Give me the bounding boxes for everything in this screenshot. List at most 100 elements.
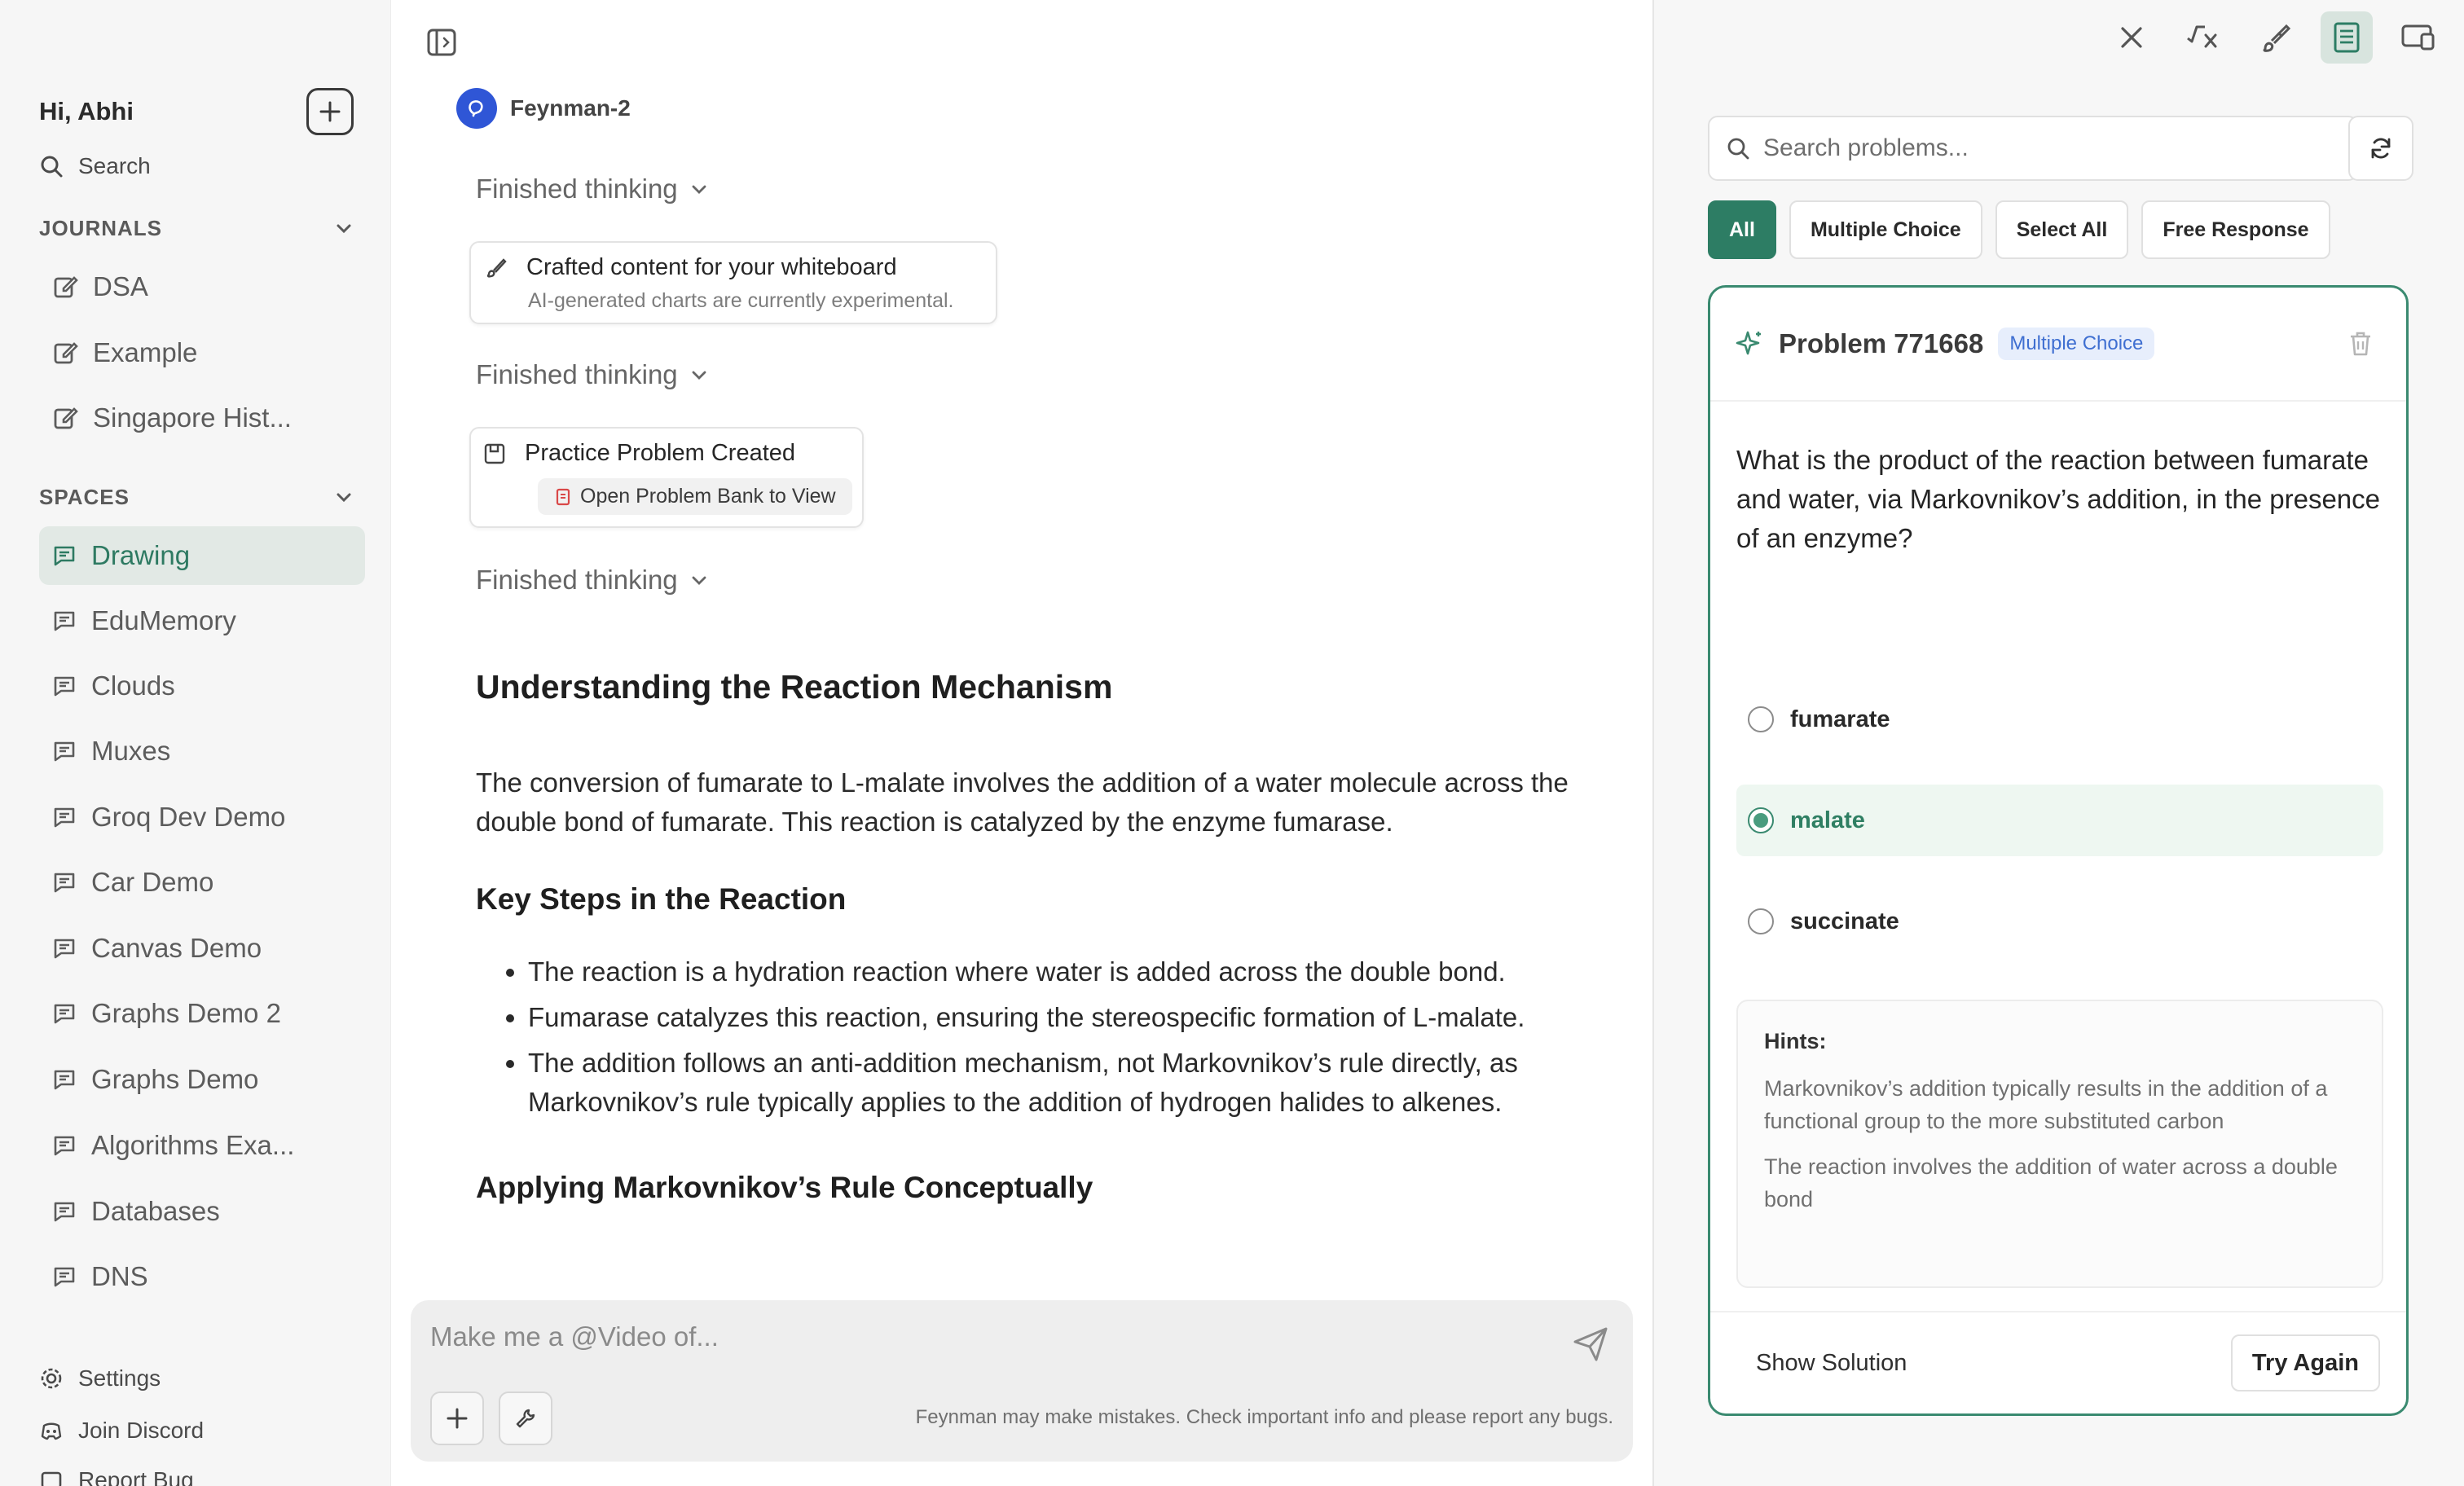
refresh-icon <box>2371 138 2391 159</box>
close-panel-button[interactable] <box>2105 11 2158 64</box>
new-chat-button[interactable] <box>306 88 354 135</box>
response-subheading: Applying Markovnikov’s Rule Conceptually <box>476 1171 1093 1204</box>
problem-title: Problem 771668 <box>1779 328 1984 358</box>
space-item-label: Canvas Demo <box>91 933 262 963</box>
answer-option-succinate[interactable]: succinate <box>1736 886 2383 957</box>
message-input[interactable] <box>430 1318 1555 1356</box>
whiteboard-card-title: Crafted content for your whiteboard <box>526 254 897 280</box>
list-item: Fumarase catalyzes this reaction, ensuri… <box>528 998 1633 1037</box>
plus-icon <box>447 1408 468 1429</box>
space-item-edumemory[interactable]: EduMemory <box>39 591 365 650</box>
gear-icon <box>41 1368 62 1389</box>
chat-bubble-icon <box>54 546 75 566</box>
space-item-label: EduMemory <box>91 605 236 635</box>
space-item-drawing[interactable]: Drawing <box>39 526 365 585</box>
whiteboard-tool-card[interactable]: Crafted content for your whiteboard AI-g… <box>469 241 997 324</box>
refresh-button[interactable] <box>2348 116 2413 181</box>
radio-button[interactable] <box>1748 706 1774 732</box>
problem-card-footer: Show Solution Try Again <box>1710 1311 2406 1413</box>
chevron-down-icon <box>337 224 351 234</box>
sidebar-toggle-button[interactable] <box>420 21 463 64</box>
journal-item-label: Example <box>93 337 198 367</box>
space-item-clouds[interactable]: Clouds <box>39 657 365 715</box>
space-item-label: Muxes <box>91 736 171 766</box>
devices-tool-button[interactable] <box>2392 11 2444 64</box>
hint-text: Markovnikov’s addition typically results… <box>1764 1076 2328 1133</box>
assistant-response: Understanding the Reaction Mechanism The… <box>476 668 1633 1241</box>
search-icon <box>1727 138 1749 160</box>
show-solution-button[interactable]: Show Solution <box>1756 1350 1907 1377</box>
answer-option-fumarate[interactable]: fumarate <box>1736 684 2383 755</box>
greeting-row: Hi, Abhi <box>39 85 354 138</box>
tools-button[interactable] <box>499 1391 552 1445</box>
space-item-graphs-demo[interactable]: Graphs Demo <box>39 1050 365 1109</box>
journal-item-example[interactable]: Example <box>39 323 365 382</box>
journal-item-dsa[interactable]: DSA <box>39 257 365 316</box>
space-item-car-demo[interactable]: Car Demo <box>39 853 365 912</box>
space-item-canvas-demo[interactable]: Canvas Demo <box>39 919 365 978</box>
thinking-toggle[interactable]: Finished thinking <box>476 166 709 212</box>
problem-search-input[interactable] <box>1763 134 2334 162</box>
space-item-label: DNS <box>91 1261 148 1291</box>
journals-header[interactable]: JOURNALS <box>39 210 354 246</box>
model-name: Feynman-2 <box>510 95 631 121</box>
chevron-down-icon <box>337 493 351 503</box>
space-item-databases[interactable]: Databases <box>39 1182 365 1241</box>
open-problem-bank-button[interactable]: Open Problem Bank to View <box>538 478 852 515</box>
practice-problem-title: Practice Problem Created <box>525 440 796 466</box>
problem-bank-tool-button[interactable] <box>2321 11 2373 64</box>
thinking-label: Finished thinking <box>476 565 678 595</box>
function-tool-button[interactable] <box>2177 11 2229 64</box>
chevron-down-icon <box>692 576 706 585</box>
filter-all[interactable]: All <box>1708 200 1776 259</box>
try-again-button[interactable]: Try Again <box>2230 1334 2380 1391</box>
whiteboard-tool-button[interactable] <box>2249 11 2301 64</box>
discord-icon <box>41 1422 62 1440</box>
journal-item-singapore-history[interactable]: Singapore Hist... <box>39 389 365 447</box>
radio-button[interactable] <box>1748 908 1774 934</box>
spaces-header[interactable]: SPACES <box>39 479 354 515</box>
space-item-groq-dev-demo[interactable]: Groq Dev Demo <box>39 788 365 846</box>
filter-multiple-choice[interactable]: Multiple Choice <box>1789 200 1982 259</box>
hint-text: The reaction involves the addition of wa… <box>1764 1154 2338 1211</box>
greeting-text: Hi, Abhi <box>39 97 134 125</box>
space-item-graphs-demo-2[interactable]: Graphs Demo 2 <box>39 984 365 1043</box>
search-label: Search <box>78 153 151 178</box>
chevron-down-icon <box>692 185 706 194</box>
response-heading: Understanding the Reaction Mechanism <box>476 668 1113 706</box>
devices-icon <box>2401 24 2435 51</box>
journal-item-label: Singapore Hist... <box>93 402 292 433</box>
spaces-header-label: SPACES <box>39 484 130 509</box>
journal-item-label: DSA <box>93 271 148 301</box>
chat-area: Feynman-2 Finished thinking Crafted cont… <box>391 0 1652 1486</box>
panel-toolbar <box>2105 8 2464 67</box>
thinking-toggle[interactable]: Finished thinking <box>476 352 709 398</box>
filter-free-response[interactable]: Free Response <box>2141 200 2330 259</box>
list-item: The reaction is a hydration reaction whe… <box>528 952 1633 991</box>
delete-problem-button[interactable] <box>2347 330 2374 362</box>
practice-problem-title-row: Practice Problem Created <box>482 440 862 467</box>
response-paragraph: The conversion of fumarate to L-malate i… <box>476 767 1569 837</box>
hints-title: Hints: <box>1764 1029 1827 1053</box>
wrench-icon <box>516 1409 535 1428</box>
thinking-toggle[interactable]: Finished thinking <box>476 557 709 603</box>
sidebar-search[interactable]: Search <box>39 147 151 186</box>
join-discord-link[interactable]: Join Discord <box>39 1410 204 1451</box>
space-item-dns[interactable]: DNS <box>39 1247 365 1306</box>
settings-link[interactable]: Settings <box>39 1358 161 1399</box>
space-item-algorithms-examples[interactable]: Algorithms Exa... <box>39 1116 365 1175</box>
chat-bubble-icon <box>54 1070 75 1090</box>
report-bug-link[interactable]: Report Bug <box>39 1460 194 1486</box>
answer-option-label: succinate <box>1790 908 1899 934</box>
space-item-muxes[interactable]: Muxes <box>39 722 365 780</box>
attach-button[interactable] <box>430 1391 484 1445</box>
answer-option-malate[interactable]: malate <box>1736 785 2383 856</box>
notebook-icon <box>2334 22 2360 53</box>
radio-button-selected[interactable] <box>1748 807 1774 833</box>
send-button[interactable] <box>1568 1321 1613 1367</box>
chat-bubble-icon <box>54 676 75 697</box>
space-item-label: Databases <box>91 1196 220 1226</box>
whiteboard-card-subtitle: AI-generated charts are currently experi… <box>528 289 954 312</box>
filter-select-all[interactable]: Select All <box>1995 200 2129 259</box>
problem-search <box>1708 116 2358 181</box>
